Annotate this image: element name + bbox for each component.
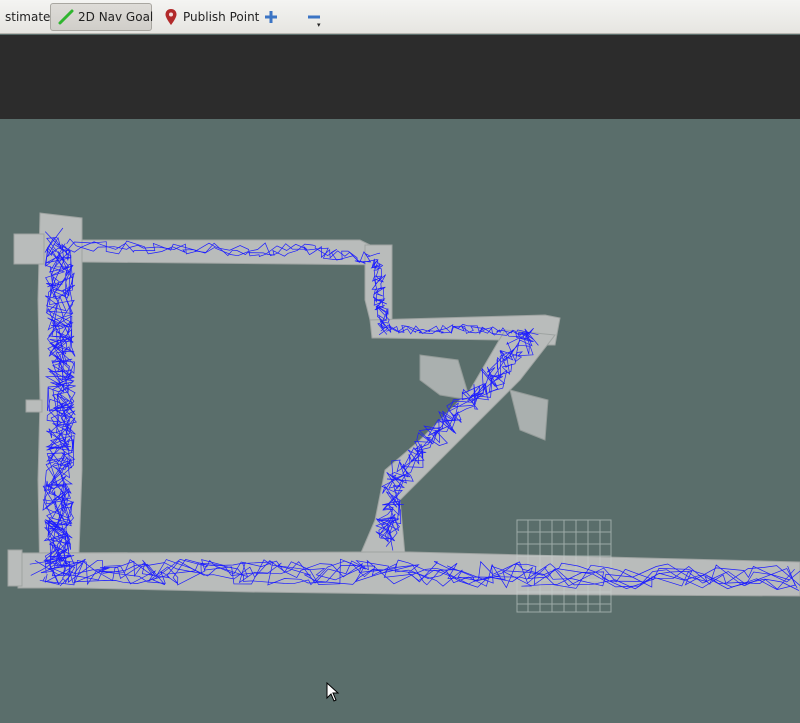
tool-label: 2D Nav Goal (78, 10, 154, 24)
tool-zoom-in[interactable] (255, 3, 290, 31)
map-pin-icon (162, 8, 180, 26)
tool-2d-nav-goal[interactable]: 2D Nav Goal (50, 3, 154, 31)
robot-trajectory (29, 227, 800, 591)
mouse-cursor-icon (326, 681, 340, 706)
free-space-top-left-notch (13, 233, 45, 265)
tool-label: Publish Point (183, 10, 260, 24)
map-viewport[interactable] (0, 119, 800, 723)
rviz-toolbar: stimate 2D Nav Goal Publish Point ▾ (0, 0, 800, 34)
dropdown-arrow-icon[interactable]: ▾ (317, 21, 321, 29)
free-space-bottom-nook (7, 549, 23, 587)
zoom-in-plus-icon (262, 8, 280, 26)
free-space-left-nook (25, 399, 43, 413)
tool-2d-pose-estimate[interactable]: stimate (0, 3, 57, 31)
tool-label: stimate (5, 10, 51, 24)
tool-publish-point[interactable]: Publish Point (155, 3, 266, 31)
free-space-top-corridor (81, 239, 393, 266)
free-space-fan-east (509, 389, 549, 441)
tool-zoom-out[interactable]: ▾ (298, 3, 333, 31)
occupancy-map (7, 212, 800, 613)
nav-goal-arrow-icon (57, 8, 75, 26)
free-space-bottom-corridor (17, 551, 800, 597)
render-panel-header (0, 35, 800, 119)
map-free-space (7, 212, 800, 597)
